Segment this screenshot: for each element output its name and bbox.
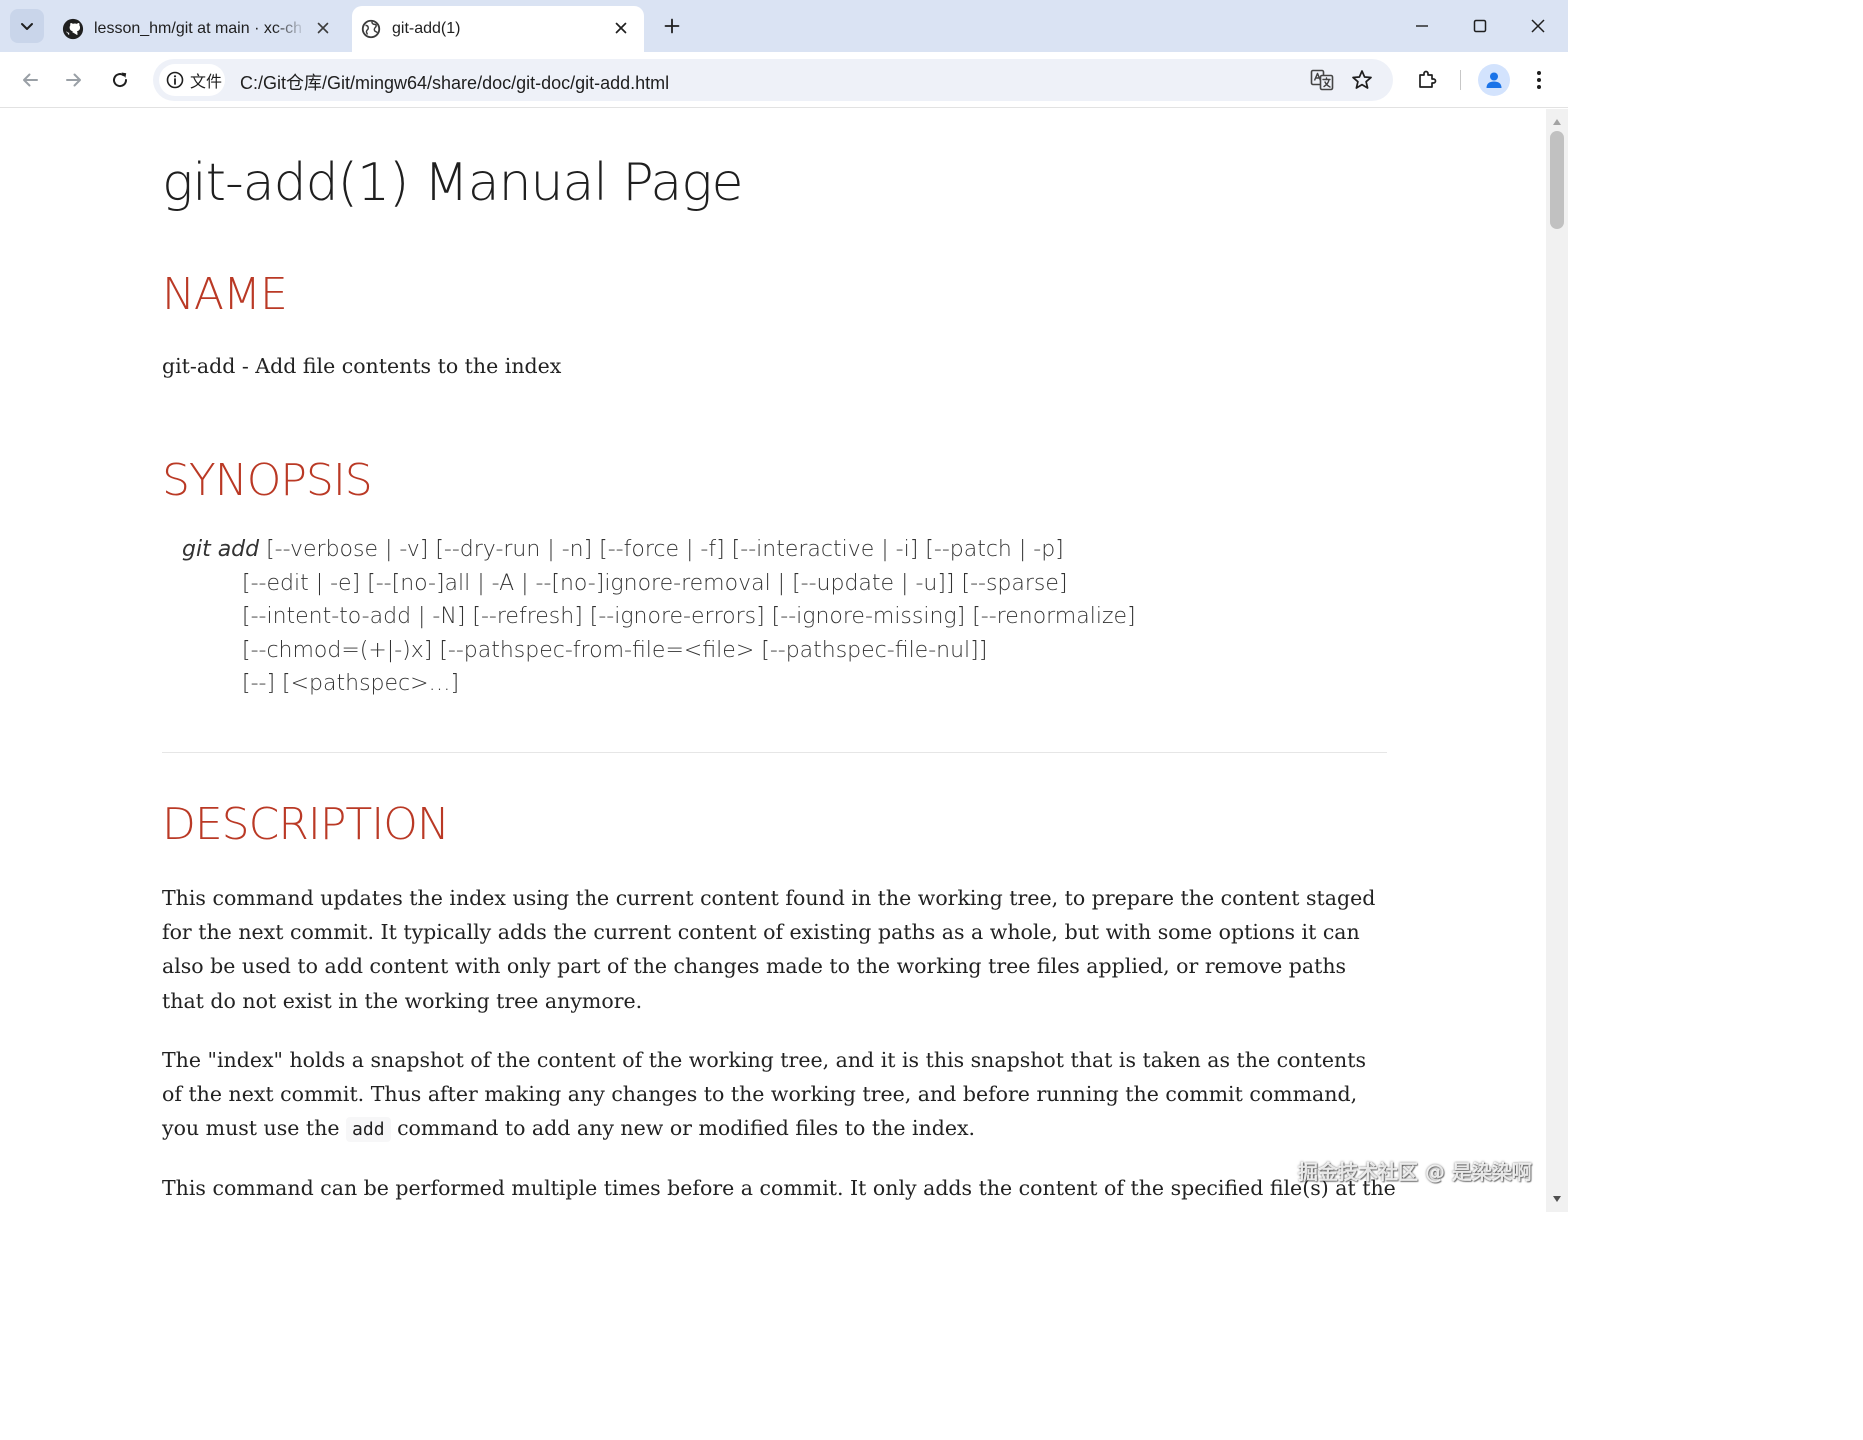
person-icon — [1486, 72, 1502, 88]
page-viewport: git-add(1) Manual Page NAME git-add - Ad… — [0, 109, 1546, 1212]
close-tab-button[interactable] — [610, 17, 632, 39]
toolbar-divider — [1460, 70, 1461, 90]
arrow-right-icon — [66, 73, 81, 87]
triangle-down-icon — [1553, 1196, 1561, 1202]
address-bar[interactable]: 文件 C:/Git仓库/Git/mingw64/share/doc/git-do… — [153, 59, 1393, 101]
minimize-icon — [1416, 25, 1428, 27]
close-tab-button[interactable] — [312, 17, 334, 39]
reload-icon — [113, 72, 128, 88]
close-icon — [317, 22, 329, 34]
tab-github-lesson[interactable]: lesson_hm/git at main · xc-ch — [54, 6, 346, 52]
tab-title: lesson_hm/git at main · xc-ch — [94, 20, 303, 37]
puzzle-icon — [1419, 70, 1437, 88]
triangle-up-icon — [1553, 119, 1561, 125]
synopsis-block: git add [--verbose | -v] [--dry-run | -n… — [182, 533, 1382, 701]
translate-icon — [1310, 69, 1334, 91]
translate-button[interactable] — [1310, 68, 1334, 92]
back-button[interactable] — [14, 64, 46, 96]
more-vert-icon — [1537, 71, 1541, 89]
bookmark-button[interactable] — [1350, 68, 1374, 92]
maximize-icon — [1473, 19, 1487, 33]
watermark: 掘金技术社区 @ 是染染啊 — [1298, 1160, 1532, 1184]
description-paragraph: This command can be performed multiple t… — [162, 1176, 1396, 1200]
forward-button[interactable] — [58, 64, 90, 96]
synopsis-line: [--intent-to-add | -N] [--refresh] [--ig… — [242, 604, 1136, 630]
paragraph-text: command to add any new or modified files… — [390, 1116, 976, 1141]
tab-title: git-add(1) — [392, 20, 461, 37]
section-divider — [162, 752, 1387, 753]
chevron-down-icon — [21, 23, 33, 30]
arrow-left-icon — [23, 73, 38, 87]
new-tab-button[interactable] — [658, 12, 686, 40]
tab-strip: lesson_hm/git at main · xc-ch git-add(1) — [0, 0, 1568, 52]
github-icon — [62, 18, 84, 40]
synopsis-line: [--] [<pathspec>…​] — [242, 671, 460, 697]
synopsis-line: [--chmod=(+|-)x] [--pathspec-from-file=<… — [242, 637, 988, 663]
minimize-button[interactable] — [1406, 10, 1438, 42]
info-icon — [166, 71, 184, 89]
section-heading-description: DESCRIPTION — [162, 799, 450, 850]
section-heading-name: NAME — [162, 269, 288, 320]
synopsis-command: git add — [182, 537, 260, 562]
star-icon — [1352, 70, 1372, 89]
synopsis-line: [--edit | -e] [--[no-]all | -A | --[no-]… — [242, 570, 1068, 596]
globe-icon — [361, 19, 381, 39]
description-paragraph: This command updates the index using the… — [162, 886, 1376, 1013]
scroll-up-button[interactable] — [1546, 113, 1568, 131]
close-window-button[interactable] — [1522, 10, 1554, 42]
site-info-label: 文件 — [190, 74, 223, 91]
name-description: git-add - Add file contents to the index — [162, 354, 562, 378]
browser-toolbar: 文件 C:/Git仓库/Git/mingw64/share/doc/git-do… — [0, 52, 1568, 108]
site-info-chip[interactable]: 文件 — [159, 64, 225, 96]
vertical-scrollbar[interactable] — [1546, 109, 1568, 1212]
reload-button[interactable] — [104, 64, 136, 96]
scrollbar-thumb[interactable] — [1550, 131, 1564, 229]
plus-icon — [664, 18, 680, 34]
page-title: git-add(1) Manual Page — [162, 153, 743, 213]
extensions-button[interactable] — [1411, 64, 1443, 96]
close-icon — [1531, 19, 1545, 33]
scroll-down-button[interactable] — [1546, 1190, 1568, 1208]
url-text[interactable]: C:/Git仓库/Git/mingw64/share/doc/git-doc/g… — [240, 69, 669, 95]
tab-search-button[interactable] — [10, 9, 44, 43]
profile-button[interactable] — [1478, 64, 1510, 96]
tab-git-add[interactable]: git-add(1) — [352, 6, 644, 52]
close-icon — [615, 22, 627, 34]
maximize-button[interactable] — [1464, 10, 1496, 42]
description-paragraph: The "index" holds a snapshot of the cont… — [162, 1043, 1392, 1148]
inline-code: add — [346, 1117, 391, 1143]
synopsis-line: git add [--verbose | -v] [--dry-run | -n… — [182, 533, 1382, 567]
browser-menu-button[interactable] — [1523, 64, 1555, 96]
section-heading-synopsis: SYNOPSIS — [162, 455, 373, 506]
synopsis-options: [--verbose | -v] [--dry-run | -n] [--for… — [259, 537, 1064, 562]
